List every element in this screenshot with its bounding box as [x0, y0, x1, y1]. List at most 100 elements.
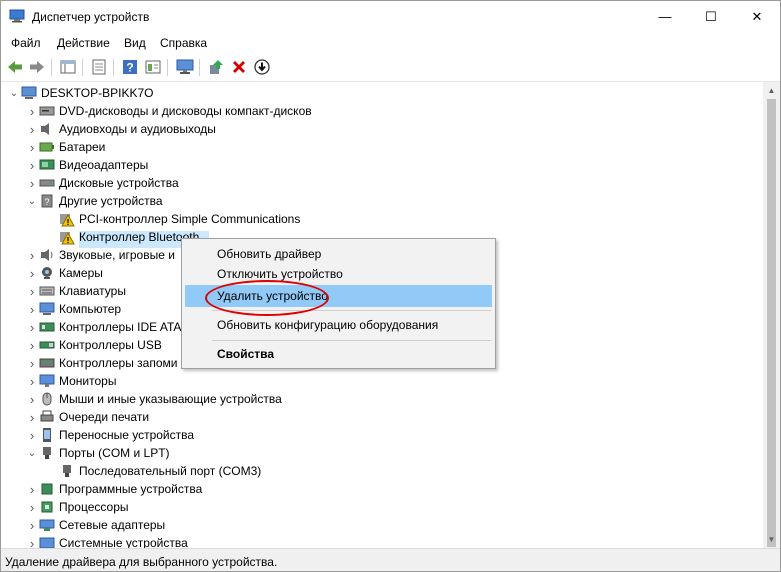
tree-item-batteries[interactable]: › Батареи	[25, 138, 106, 156]
context-properties[interactable]: Свойства	[185, 343, 492, 365]
chevron-right-icon[interactable]: ›	[25, 372, 39, 390]
help-button[interactable]: ?	[121, 58, 139, 76]
tree-item-network-adapters[interactable]: › Сетевые адаптеры	[25, 516, 165, 534]
tree-item-disk-drives[interactable]: › Дисковые устройства	[25, 174, 179, 192]
tree-item-system-devices[interactable]: › Системные устройства	[25, 534, 188, 548]
tree-item-other-devices[interactable]: ⌄? Другие устройства	[25, 192, 163, 210]
cpu-icon	[39, 499, 55, 515]
delete-x-icon	[233, 61, 245, 73]
chevron-right-icon[interactable]: ›	[25, 282, 39, 300]
tree-item-portable-devices[interactable]: › Переносные устройства	[25, 426, 194, 444]
menu-view[interactable]: Вид	[124, 36, 146, 50]
chevron-right-icon[interactable]: ›	[25, 534, 39, 549]
help-icon: ?	[123, 60, 137, 75]
menu-action[interactable]: Действие	[57, 36, 110, 50]
chevron-right-icon[interactable]: ›	[25, 156, 39, 174]
title-bar[interactable]: Диспетчер устройств — ☐ ✕	[1, 1, 780, 32]
chevron-right-icon[interactable]: ›	[25, 480, 39, 498]
tree-item-label: Другие устройства	[59, 194, 163, 208]
tree-item-ports[interactable]: ⌄ Порты (COM и LPT)	[25, 444, 170, 462]
tree-item-video-adapters[interactable]: › Видеоадаптеры	[25, 156, 148, 174]
context-uninstall-device[interactable]: Удалить устройство	[185, 285, 492, 307]
tree-item-bluetooth-controller[interactable]: Контроллер Bluetooth	[45, 228, 199, 246]
chevron-right-icon[interactable]: ›	[25, 174, 39, 192]
tree-item-processors[interactable]: › Процессоры	[25, 498, 129, 516]
chevron-right-icon[interactable]: ›	[25, 102, 39, 120]
printer-icon	[39, 409, 55, 425]
close-button[interactable]: ✕	[734, 1, 780, 32]
maximize-button[interactable]: ☐	[688, 1, 734, 32]
toolbar-separator	[167, 59, 168, 76]
context-item-label: Свойства	[217, 347, 275, 361]
tree-item-audio-io[interactable]: › Аудиовходы и аудиовыходы	[25, 120, 216, 138]
tree-item-label: Переносные устройства	[59, 428, 195, 442]
context-disable-device[interactable]: Отключить устройство	[185, 263, 492, 285]
chevron-right-icon[interactable]: ›	[25, 426, 39, 444]
context-update-driver[interactable]: Обновить драйвер	[185, 243, 492, 265]
chevron-right-icon[interactable]: ›	[25, 246, 39, 264]
tree-item-com3[interactable]: Последовательный порт (COM3)	[45, 462, 261, 480]
context-scan-hardware[interactable]: Обновить конфигурацию оборудования	[185, 314, 492, 336]
chevron-right-icon[interactable]: ›	[25, 336, 39, 354]
uninstall-device-button[interactable]	[230, 58, 248, 76]
forward-button[interactable]	[28, 58, 46, 76]
context-item-label: Удалить устройство	[217, 289, 328, 303]
chevron-down-icon[interactable]: ⌄	[25, 192, 39, 210]
tree-item-usb[interactable]: › Контроллеры USB	[25, 336, 162, 354]
tree-item-software-devices[interactable]: › Программные устройства	[25, 480, 202, 498]
scan-hardware-button[interactable]	[176, 58, 194, 76]
tree-item-monitors[interactable]: › Мониторы	[25, 372, 117, 390]
device-manager-icon	[9, 9, 25, 23]
tree-item-computer[interactable]: › Компьютер	[25, 300, 121, 318]
chevron-right-icon[interactable]: ›	[25, 408, 39, 426]
back-button[interactable]	[6, 58, 24, 76]
chevron-right-icon[interactable]: ›	[25, 354, 39, 372]
chevron-right-icon[interactable]: ›	[25, 120, 39, 138]
chevron-right-icon[interactable]: ›	[25, 318, 39, 336]
tree-item-label: Звуковые, игровые и	[59, 248, 175, 262]
context-menu: Обновить драйвер Отключить устройство Уд…	[181, 238, 496, 369]
context-separator	[212, 310, 491, 311]
tree-item-keyboards[interactable]: › Клавиатуры	[25, 282, 126, 300]
tree-item-mice[interactable]: › Мыши и иные указывающие устройства	[25, 390, 282, 408]
update-driver-button[interactable]	[207, 58, 225, 76]
chevron-right-icon[interactable]: ›	[25, 264, 39, 282]
chevron-right-icon[interactable]: ›	[25, 138, 39, 156]
tree-item-sound-game[interactable]: › Звуковые, игровые и	[25, 246, 175, 264]
chevron-right-icon[interactable]: ›	[25, 390, 39, 408]
network-adapter-icon	[39, 517, 55, 533]
menu-help[interactable]: Справка	[160, 36, 207, 50]
tree-item-cameras[interactable]: › Камеры	[25, 264, 103, 282]
menu-file[interactable]: Файл	[11, 36, 41, 50]
tree-item-print-queues[interactable]: › Очереди печати	[25, 408, 149, 426]
tree-item-dvd[interactable]: › DVD-дисководы и дисководы компакт-диско…	[25, 102, 312, 120]
chevron-down-icon[interactable]: ⌄	[25, 444, 39, 462]
disable-device-button[interactable]	[253, 58, 271, 76]
tree-item-label: Аудиовходы и аудиовыходы	[59, 122, 216, 136]
tree-item-pci-simple-comms[interactable]: PCI-контроллер Simple Communications	[45, 210, 300, 228]
action-view-button[interactable]	[144, 58, 162, 76]
vertical-scrollbar[interactable]: ▲ ▼	[763, 82, 780, 548]
chevron-down-icon[interactable]: ⌄	[7, 84, 21, 102]
minimize-button[interactable]: —	[642, 1, 688, 32]
disk-drive-icon	[39, 175, 55, 191]
properties-button[interactable]	[90, 58, 108, 76]
toolbar-separator	[51, 59, 52, 76]
show-hide-console-tree-button[interactable]	[59, 58, 77, 76]
scroll-down-button[interactable]: ▼	[763, 531, 780, 548]
storage-controller-icon	[39, 355, 55, 371]
mouse-icon	[39, 391, 55, 407]
tree-item-storage-controllers[interactable]: › Контроллеры запоми	[25, 354, 178, 372]
scroll-up-button[interactable]: ▲	[763, 82, 780, 99]
download-arrow-icon	[254, 59, 270, 75]
chevron-right-icon[interactable]: ›	[25, 300, 39, 318]
chevron-right-icon[interactable]: ›	[25, 498, 39, 516]
scrollbar-thumb[interactable]	[767, 99, 776, 547]
tree-item-ide-ata[interactable]: › Контроллеры IDE ATA	[25, 318, 182, 336]
usb-icon	[39, 337, 55, 353]
tree-root[interactable]: ⌄ DESKTOP-BPIKK7O	[7, 84, 154, 102]
chevron-right-icon[interactable]: ›	[25, 516, 39, 534]
tree-item-label: PCI-контроллер Simple Communications	[79, 212, 301, 226]
